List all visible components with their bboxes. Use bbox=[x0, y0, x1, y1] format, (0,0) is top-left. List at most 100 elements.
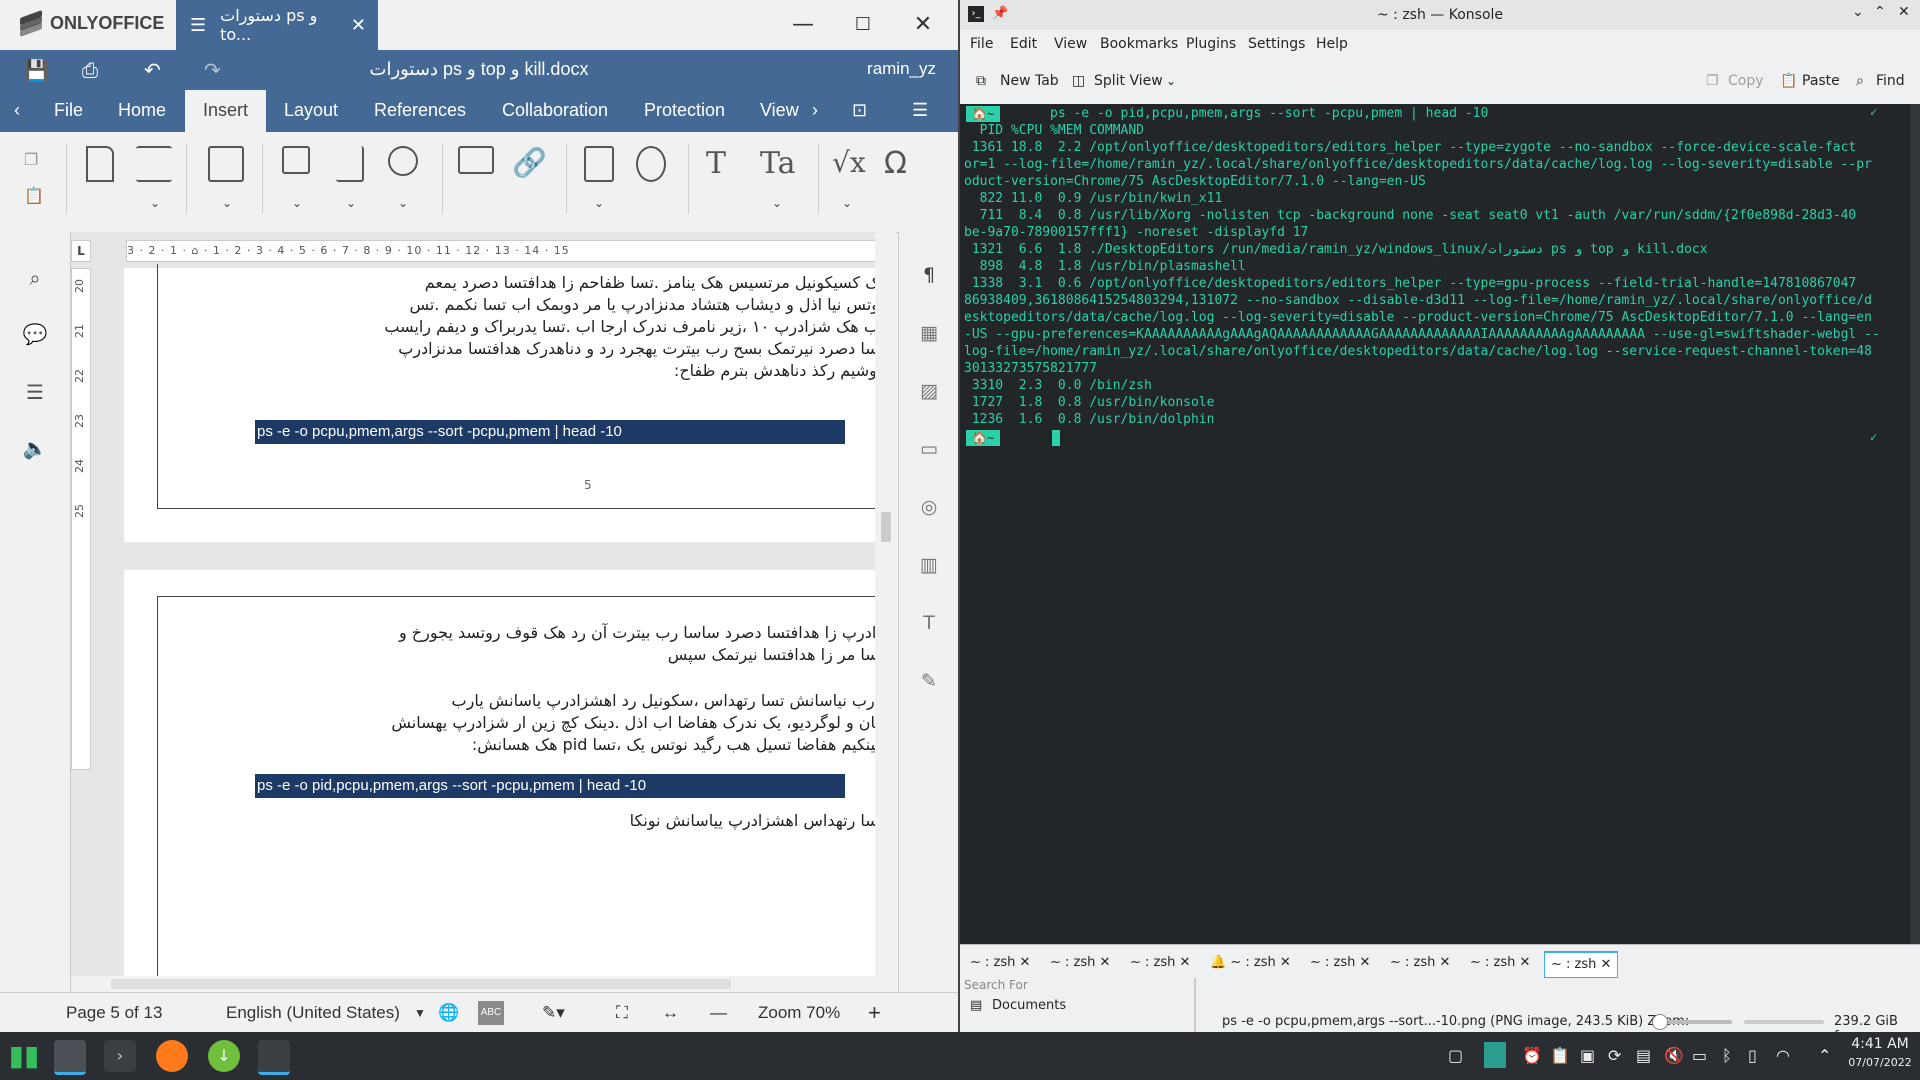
copy-icon[interactable]: ❐ bbox=[1706, 58, 1719, 104]
table-icon[interactable] bbox=[208, 146, 244, 182]
close-tab-icon[interactable]: ✕ bbox=[1100, 955, 1111, 970]
clock-time[interactable]: 4:41 AM bbox=[1846, 1036, 1914, 1052]
image-settings-icon[interactable]: ▨ bbox=[916, 380, 942, 406]
split-view-button[interactable]: Split View bbox=[1094, 58, 1163, 104]
chevron-down-icon[interactable]: ⌄ bbox=[222, 196, 232, 210]
display-icon[interactable]: ▣ bbox=[1580, 1046, 1595, 1065]
battery-icon[interactable]: ▭ bbox=[1692, 1046, 1707, 1065]
terminal-tab-active[interactable]: ~ : zsh ✕ bbox=[1544, 951, 1619, 978]
maximize-icon[interactable]: ☐ bbox=[848, 10, 878, 40]
update-icon[interactable]: ⟳ bbox=[1608, 1046, 1621, 1065]
close-tab-icon[interactable]: ✕ bbox=[1601, 957, 1612, 972]
tab-view[interactable]: View bbox=[760, 90, 799, 132]
manjaro-menu-icon[interactable]: ▮▮ bbox=[8, 1040, 40, 1072]
image-icon[interactable] bbox=[282, 146, 310, 174]
copy-icon[interactable]: ❐ bbox=[24, 150, 38, 169]
signature-settings-icon[interactable]: ✎ bbox=[916, 670, 942, 696]
tab-protection[interactable]: Protection bbox=[644, 90, 725, 132]
alarm-icon[interactable]: ⏰ bbox=[1522, 1046, 1542, 1065]
close-tab-icon[interactable]: ✕ bbox=[1020, 955, 1031, 970]
header-footer-icon[interactable] bbox=[584, 146, 614, 182]
close-window-icon[interactable]: ✕ bbox=[1898, 4, 1910, 20]
new-tab-icon[interactable]: ⧉ bbox=[976, 58, 986, 104]
terminal-tab[interactable]: ~ : zsh ✕ bbox=[1390, 951, 1450, 975]
menu-edit[interactable]: Edit bbox=[1010, 30, 1037, 58]
paste-icon[interactable]: 📋 bbox=[1780, 58, 1797, 104]
tab-stop-icon[interactable]: L bbox=[71, 240, 91, 262]
menu-help[interactable]: Help bbox=[1316, 30, 1348, 58]
device-icon[interactable]: ▯ bbox=[1748, 1046, 1757, 1065]
hamburger-icon[interactable]: ☰ bbox=[190, 15, 206, 36]
terminal-tab[interactable]: ~ : zsh ✕ bbox=[970, 951, 1030, 975]
terminal-tab[interactable]: ~ : zsh ✕ bbox=[1050, 951, 1110, 975]
vertical-scrollbar[interactable] bbox=[876, 232, 896, 976]
chevron-down-icon[interactable]: ▼ bbox=[414, 993, 426, 1032]
search-icon[interactable]: ⌕ bbox=[22, 266, 48, 292]
page-indicator[interactable]: Page 5 of 13 bbox=[66, 993, 162, 1032]
menu-bookmarks[interactable]: Bookmarks bbox=[1100, 30, 1178, 58]
bluetooth-icon[interactable]: ᛒ bbox=[1722, 1046, 1732, 1065]
chart-settings-icon[interactable]: ▥ bbox=[916, 554, 942, 580]
menu-file[interactable]: File bbox=[970, 30, 993, 58]
desktop-pager-icon[interactable] bbox=[1484, 1042, 1506, 1068]
page-6[interactable]: زادرپ زا هدافتسا دصرد ساسا رب بیترت آن ر… bbox=[124, 570, 875, 976]
tray-expand-icon[interactable]: ⌃ bbox=[1818, 1046, 1831, 1065]
places-documents[interactable]: Documents bbox=[992, 998, 1066, 1013]
find-button[interactable]: Find bbox=[1876, 58, 1905, 104]
scroll-thumb[interactable] bbox=[111, 979, 731, 989]
language-selector[interactable]: English (United States) bbox=[226, 993, 400, 1032]
text-art-settings-icon[interactable]: T bbox=[916, 612, 942, 638]
terminal-tab[interactable]: ~ : zsh ✕ bbox=[1310, 951, 1370, 975]
tab-layout[interactable]: Layout bbox=[284, 90, 338, 132]
menu-icon[interactable]: ☰ bbox=[912, 90, 928, 132]
fit-width-icon[interactable]: ↔ bbox=[662, 993, 679, 1032]
horizontal-scrollbar[interactable] bbox=[71, 976, 875, 992]
scroll-thumb[interactable] bbox=[881, 512, 891, 542]
zoom-in-icon[interactable]: + bbox=[868, 993, 881, 1032]
blank-page-icon[interactable] bbox=[86, 146, 114, 182]
document-area[interactable]: L 3 · 2 · 1 · ⌂ · 1 · 2 · 3 · 4 · 5 · 6 … bbox=[71, 232, 875, 976]
horizontal-ruler[interactable]: 3 · 2 · 1 · ⌂ · 1 · 2 · 3 · 4 · 5 · 6 · … bbox=[126, 240, 875, 262]
tab-collaboration[interactable]: Collaboration bbox=[502, 90, 608, 132]
close-tab-icon[interactable]: ✕ bbox=[1440, 955, 1451, 970]
header-settings-icon[interactable]: ▭ bbox=[916, 438, 942, 464]
open-location-icon[interactable]: ⊡ bbox=[852, 90, 867, 132]
shape-icon[interactable] bbox=[388, 146, 418, 176]
date-time-icon[interactable] bbox=[636, 146, 666, 182]
close-tab-icon[interactable]: ✕ bbox=[1280, 955, 1291, 970]
scroll-right-icon[interactable]: › bbox=[812, 90, 818, 132]
konsole-task-icon[interactable]: › bbox=[104, 1040, 136, 1072]
wifi-icon[interactable]: ◠ bbox=[1776, 1046, 1790, 1065]
shape-settings-icon[interactable]: ◎ bbox=[916, 496, 942, 522]
volume-mute-icon[interactable]: 🔇 bbox=[1664, 1046, 1684, 1065]
spellcheck-icon[interactable]: ABC bbox=[478, 1001, 504, 1025]
chevron-down-icon[interactable]: ⌄ bbox=[594, 196, 604, 210]
table-settings-icon[interactable]: ▦ bbox=[916, 322, 942, 348]
symbol-icon[interactable]: Ω bbox=[884, 146, 907, 181]
download-icon[interactable]: ↓ bbox=[208, 1040, 240, 1072]
tab-insert[interactable]: Insert bbox=[185, 90, 267, 132]
window-icon[interactable]: ▢ bbox=[1448, 1046, 1463, 1065]
track-changes-icon[interactable]: ✎▾ bbox=[542, 993, 565, 1032]
chevron-down-icon[interactable]: ⌄ bbox=[292, 196, 302, 210]
chevron-down-icon[interactable]: ⌄ bbox=[842, 196, 852, 210]
clock-date[interactable]: 07/07/2022 bbox=[1846, 1056, 1914, 1069]
menu-plugins[interactable]: Plugins bbox=[1186, 30, 1236, 58]
terminal-output[interactable]: 🏠~ ps -e -o pid,pcpu,pmem,args --sort -p… bbox=[960, 104, 1910, 944]
navigation-icon[interactable]: ☰ bbox=[22, 380, 48, 406]
text-box-icon[interactable]: T bbox=[706, 146, 726, 181]
terminal-scrollbar[interactable] bbox=[1910, 104, 1920, 944]
clipboard-icon[interactable]: 📋 bbox=[1550, 1046, 1570, 1065]
zoom-slider-handle[interactable] bbox=[1652, 1014, 1668, 1030]
close-tab-icon[interactable]: ✕ bbox=[1180, 955, 1191, 970]
menu-view[interactable]: View bbox=[1054, 30, 1087, 58]
comment-icon[interactable] bbox=[458, 146, 494, 174]
scroll-left-icon[interactable]: ‹ bbox=[14, 90, 20, 132]
fit-page-icon[interactable]: ⛶ bbox=[616, 993, 628, 1032]
maximize-icon[interactable]: ⌃ bbox=[1874, 4, 1886, 20]
chevron-down-icon[interactable]: ⌄ bbox=[772, 196, 782, 210]
hyperlink-icon[interactable]: 🔗 bbox=[512, 146, 547, 179]
vertical-ruler[interactable]: 20 21 22 23 24 25 bbox=[71, 268, 91, 770]
tab-file[interactable]: File bbox=[54, 90, 83, 132]
text-art-icon[interactable]: Ta bbox=[760, 146, 796, 181]
